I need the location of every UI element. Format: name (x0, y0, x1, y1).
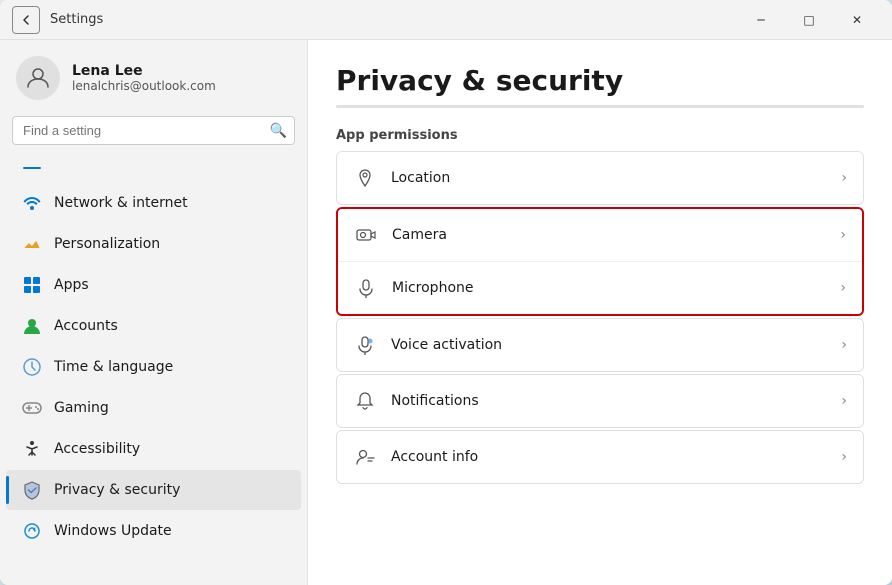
sidebar-item-label: Gaming (54, 400, 109, 416)
time-icon (22, 357, 42, 377)
voice-icon (353, 333, 377, 357)
accessibility-icon (22, 439, 42, 459)
page-title: Privacy & security (336, 64, 864, 97)
settings-item-notifications[interactable]: Notifications › (337, 375, 863, 427)
settings-item-camera[interactable]: Camera › (338, 209, 862, 262)
account-info-icon (353, 445, 377, 469)
section-label: App permissions (336, 128, 864, 143)
user-profile: Lena Lee lenalchris@outlook.com (0, 40, 307, 112)
sidebar-item-update[interactable]: Windows Update (6, 511, 301, 551)
camera-icon (354, 223, 378, 247)
highlighted-group: Camera › Microphone › (336, 207, 864, 316)
privacy-icon (22, 480, 42, 500)
user-email: lenalchris@outlook.com (72, 79, 216, 93)
main-content: Privacy & security App permissions Locat… (308, 40, 892, 585)
notifications-group: Notifications › (336, 374, 864, 428)
settings-item-voice[interactable]: Voice activation › (337, 319, 863, 371)
sidebar-item-label: Privacy & security (54, 482, 180, 498)
sidebar-item-label: Network & internet (54, 195, 188, 211)
sidebar-item-accessibility[interactable]: Accessibility (6, 429, 301, 469)
sidebar-item-label: Apps (54, 277, 89, 293)
window-controls: ─ □ ✕ (738, 4, 880, 36)
sidebar-item-label: Accounts (54, 318, 118, 334)
sidebar-item-apps[interactable]: Apps (6, 265, 301, 305)
settings-item-label: Voice activation (391, 337, 827, 353)
user-name: Lena Lee (72, 63, 216, 79)
settings-window: Settings ─ □ ✕ Lena Lee lenalchris@outlo… (0, 0, 892, 585)
personalization-icon (22, 234, 42, 254)
chevron-right-icon: › (841, 393, 847, 409)
settings-item-account-info[interactable]: Account info › (337, 431, 863, 483)
chevron-right-icon: › (841, 170, 847, 186)
back-button[interactable] (12, 6, 40, 34)
close-button[interactable]: ✕ (834, 4, 880, 36)
chevron-right-icon: › (840, 227, 846, 243)
settings-item-microphone[interactable]: Microphone › (338, 262, 862, 314)
network-icon (22, 193, 42, 213)
location-icon (353, 166, 377, 190)
account-info-group: Account info › (336, 430, 864, 484)
voice-group: Voice activation › (336, 318, 864, 372)
settings-item-label: Account info (391, 449, 827, 465)
sidebar-item-gaming[interactable]: Gaming (6, 388, 301, 428)
notifications-icon (353, 389, 377, 413)
sidebar: Lena Lee lenalchris@outlook.com 🔍 (0, 40, 308, 585)
settings-item-label: Microphone (392, 280, 826, 296)
settings-item-label: Location (391, 170, 827, 186)
settings-item-location[interactable]: Location › (337, 152, 863, 204)
sidebar-item-network[interactable]: Network & internet (6, 183, 301, 223)
location-group: Location › (336, 151, 864, 205)
update-icon (22, 521, 42, 541)
user-info: Lena Lee lenalchris@outlook.com (72, 63, 216, 93)
title-bar: Settings ─ □ ✕ (0, 0, 892, 40)
sidebar-item-time[interactable]: Time & language (6, 347, 301, 387)
nav-items: Network & internet Personalization (0, 153, 307, 585)
settings-item-label: Notifications (391, 393, 827, 409)
settings-item-label: Camera (392, 227, 826, 243)
search-input[interactable] (12, 116, 295, 145)
apps-icon (22, 275, 42, 295)
microphone-icon (354, 276, 378, 300)
sidebar-item-label: Time & language (54, 359, 173, 375)
avatar (16, 56, 60, 100)
window-title: Settings (50, 12, 738, 27)
chevron-right-icon: › (841, 337, 847, 353)
maximize-button[interactable]: □ (786, 4, 832, 36)
sidebar-item-accounts[interactable]: Accounts (6, 306, 301, 346)
chevron-right-icon: › (841, 449, 847, 465)
search-box: 🔍 (12, 116, 295, 145)
sidebar-item-label: Windows Update (54, 523, 172, 539)
sidebar-item-privacy[interactable]: Privacy & security (6, 470, 301, 510)
home-icon (22, 158, 42, 178)
progress-bar (336, 105, 864, 108)
accounts-icon (22, 316, 42, 336)
sidebar-item-personalization[interactable]: Personalization (6, 224, 301, 264)
search-icon: 🔍 (270, 123, 287, 139)
gaming-icon (22, 398, 42, 418)
minimize-button[interactable]: ─ (738, 4, 784, 36)
chevron-right-icon: › (840, 280, 846, 296)
content-area: Lena Lee lenalchris@outlook.com 🔍 (0, 40, 892, 585)
sidebar-item-home[interactable] (6, 154, 301, 182)
sidebar-item-label: Personalization (54, 236, 160, 252)
sidebar-item-label: Accessibility (54, 441, 140, 457)
